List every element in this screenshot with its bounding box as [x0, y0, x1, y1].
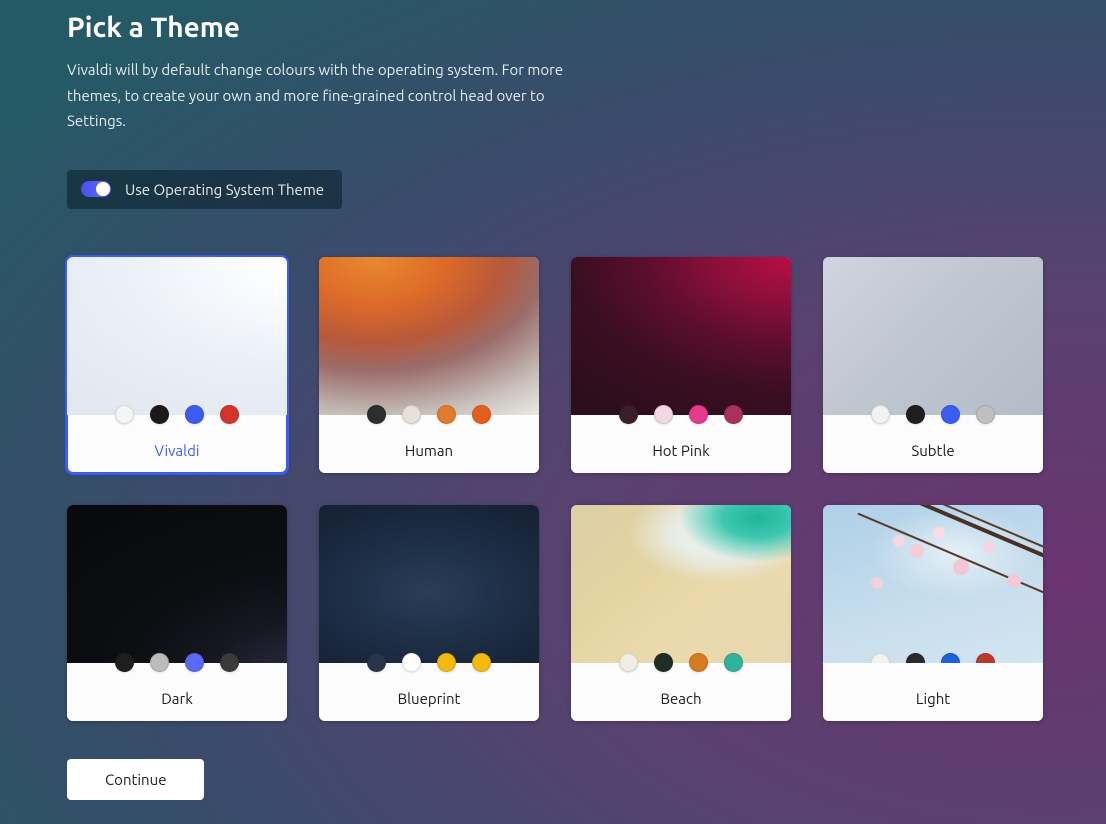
theme-card-human[interactable]: Human	[319, 257, 539, 473]
color-swatch	[115, 405, 134, 424]
theme-preview	[67, 257, 287, 415]
color-swatches	[619, 653, 743, 672]
toggle-switch-icon	[81, 181, 111, 197]
color-swatches	[367, 653, 491, 672]
color-swatch	[150, 653, 169, 672]
color-swatch	[367, 405, 386, 424]
color-swatch	[976, 653, 995, 663]
theme-preview	[823, 505, 1043, 663]
color-swatch	[724, 653, 743, 672]
color-swatches	[115, 653, 239, 672]
theme-preview	[823, 257, 1043, 415]
color-swatch	[976, 405, 995, 424]
color-swatch	[115, 653, 134, 672]
theme-preview	[319, 505, 539, 663]
theme-preview	[67, 505, 287, 663]
color-swatch	[437, 653, 456, 672]
color-swatches	[619, 405, 743, 424]
theme-card-beach[interactable]: Beach	[571, 505, 791, 721]
color-swatch	[150, 405, 169, 424]
color-swatch	[619, 405, 638, 424]
color-swatch	[724, 405, 743, 424]
theme-card-subtle[interactable]: Subtle	[823, 257, 1043, 473]
theme-preview	[571, 505, 791, 663]
color-swatch	[367, 653, 386, 672]
color-swatch	[402, 653, 421, 672]
page-title: Pick a Theme	[67, 12, 1039, 43]
color-swatches	[115, 405, 239, 424]
color-swatch	[906, 405, 925, 424]
color-swatch	[402, 405, 421, 424]
color-swatch	[619, 653, 638, 672]
color-swatch	[941, 405, 960, 424]
color-swatch	[185, 653, 204, 672]
color-swatch	[689, 405, 708, 424]
os-theme-toggle[interactable]: Use Operating System Theme	[67, 170, 342, 209]
theme-grid: VivaldiHumanHot PinkSubtleDarkBlueprintB…	[67, 257, 1039, 721]
color-swatches	[871, 405, 995, 424]
theme-preview	[319, 257, 539, 415]
color-swatch	[941, 653, 960, 663]
continue-button[interactable]: Continue	[67, 759, 204, 800]
color-swatch	[871, 405, 890, 424]
color-swatch	[220, 653, 239, 672]
theme-card-dark[interactable]: Dark	[67, 505, 287, 721]
color-swatch	[654, 653, 673, 672]
color-swatch	[472, 653, 491, 672]
theme-preview	[571, 257, 791, 415]
theme-card-hotpink[interactable]: Hot Pink	[571, 257, 791, 473]
os-theme-toggle-label: Use Operating System Theme	[125, 181, 324, 198]
color-swatch	[906, 653, 925, 663]
color-swatch	[220, 405, 239, 424]
theme-label: Light	[823, 663, 1043, 721]
color-swatches	[871, 653, 995, 663]
theme-card-blueprint[interactable]: Blueprint	[319, 505, 539, 721]
theme-card-light[interactable]: Light	[823, 505, 1043, 721]
color-swatch	[437, 405, 456, 424]
color-swatch	[185, 405, 204, 424]
theme-card-vivaldi[interactable]: Vivaldi	[67, 257, 287, 473]
color-swatch	[654, 405, 673, 424]
color-swatch	[871, 653, 890, 663]
color-swatch	[689, 653, 708, 672]
color-swatches	[367, 405, 491, 424]
color-swatch	[472, 405, 491, 424]
page-subtitle: Vivaldi will by default change colours w…	[67, 57, 607, 134]
